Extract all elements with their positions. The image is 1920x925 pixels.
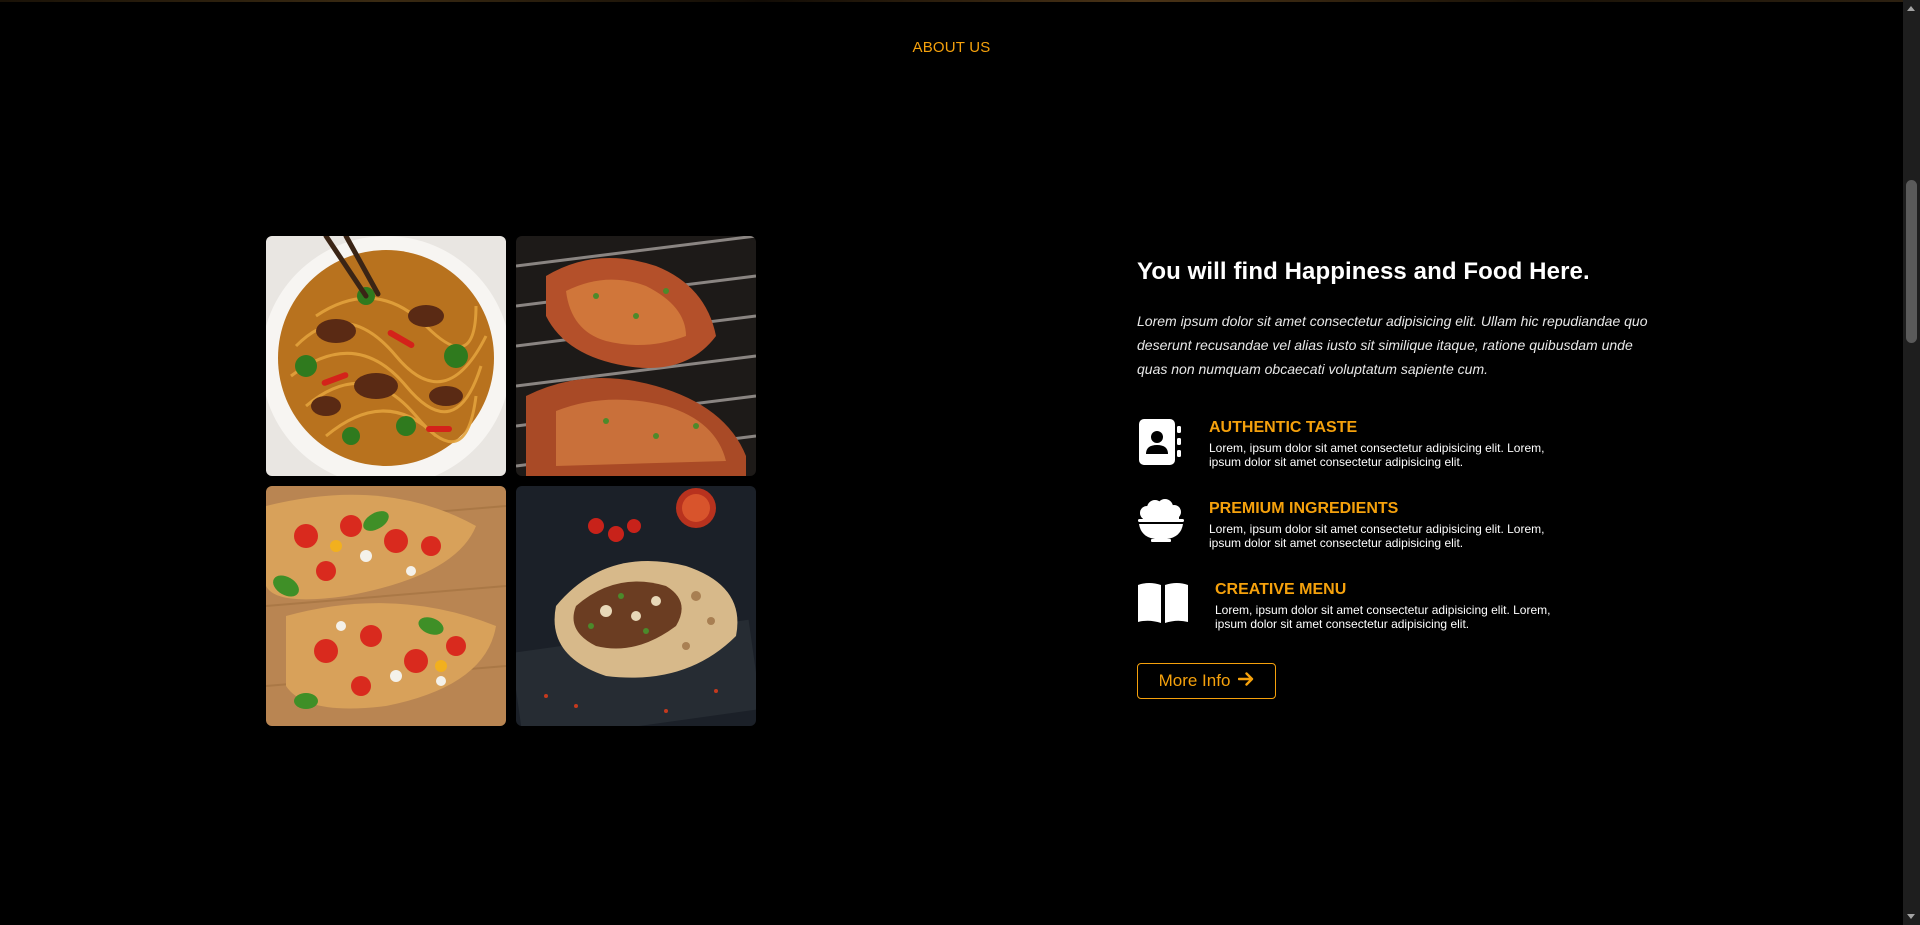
noodles-with-beef-image — [266, 236, 506, 476]
feature-title: AUTHENTIC TASTE — [1209, 419, 1358, 436]
scroll-thumb[interactable] — [1906, 180, 1917, 343]
arrow-right-icon — [1238, 671, 1254, 691]
about-intro: Lorem ipsum dolor sit amet consectetur a… — [1137, 313, 1648, 377]
more-info-label: More Info — [1158, 671, 1231, 690]
more-info-button[interactable]: More Info — [1137, 663, 1276, 699]
top-image-strip — [0, 0, 1903, 2]
about-headline: You will find Happiness and Food Here. — [1137, 258, 1590, 285]
about-content: You will find Happiness and Food Here. L… — [1137, 258, 1657, 699]
feature-description: Lorem, ipsum dolor sit amet consectetur … — [1209, 522, 1545, 550]
feature-description: Lorem, ipsum dolor sit amet consectetur … — [1209, 441, 1545, 469]
food-gallery — [266, 236, 756, 726]
burrito-wrap-image — [516, 486, 756, 726]
contact-book-icon — [1137, 418, 1183, 471]
feature-title: CREATIVE MENU — [1215, 581, 1347, 598]
feature-description: Lorem, ipsum dolor sit amet consectetur … — [1215, 603, 1551, 631]
page-scrollbar[interactable] — [1903, 0, 1920, 925]
open-book-icon — [1137, 580, 1189, 629]
scroll-down-icon[interactable] — [1907, 914, 1915, 919]
grilled-chicken-image — [516, 236, 756, 476]
feature-title: PREMIUM INGREDIENTS — [1209, 500, 1399, 517]
section-label: ABOUT US — [912, 39, 991, 56]
bruschetta-image — [266, 486, 506, 726]
rice-bowl-icon — [1137, 499, 1185, 548]
scroll-up-icon[interactable] — [1907, 6, 1915, 11]
